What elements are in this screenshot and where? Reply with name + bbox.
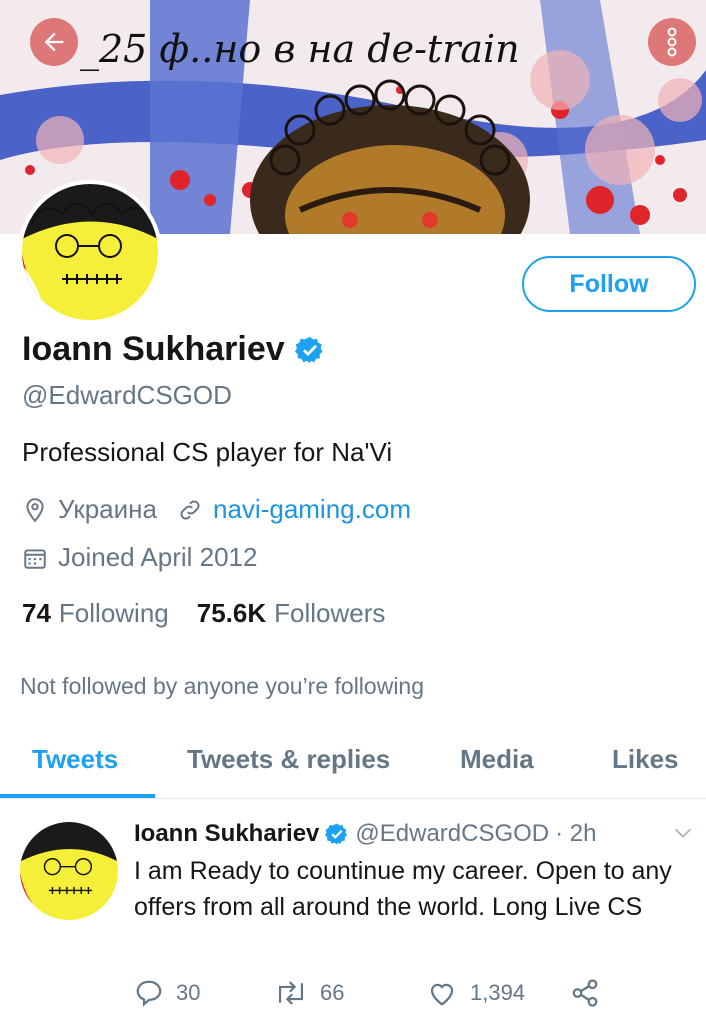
active-tab-indicator — [0, 794, 155, 798]
profile-website-link[interactable]: navi-gaming.com — [213, 494, 411, 525]
more-vertical-icon — [667, 27, 677, 57]
banner-scrawl: _25 ф..но в на de-train — [80, 27, 520, 72]
following-stat[interactable]: 74 Following — [22, 598, 169, 629]
link-icon — [180, 500, 200, 519]
tweet-avatar-drawing — [20, 822, 118, 920]
follow-button[interactable]: Follow — [522, 256, 696, 312]
reply-icon — [136, 980, 162, 1007]
tweet-author-name[interactable]: Ioann Sukhariev — [134, 820, 319, 848]
share-icon — [572, 979, 598, 1007]
tweet-author-handle: @EdwardCSGOD — [355, 820, 550, 847]
tab-media[interactable]: Media — [460, 744, 534, 775]
reply-action[interactable]: 30 — [134, 978, 200, 1008]
profile-meta-joined: Joined April 2012 — [22, 542, 257, 573]
tweet-header: Ioann Sukhariev @EdwardCSGOD · 2h — [134, 820, 597, 848]
tab-tweets-replies[interactable]: Tweets & replies — [187, 744, 390, 775]
profile-tabs: Tweets Tweets & replies Media Likes — [0, 730, 706, 799]
profile-stats: 74 Following 75.6K Followers — [22, 598, 413, 629]
tweet-time: · 2h — [555, 820, 597, 847]
tab-likes[interactable]: Likes — [612, 744, 679, 775]
followers-stat[interactable]: 75.6K Followers — [197, 598, 386, 629]
retweet-action[interactable]: 66 — [274, 978, 344, 1008]
tweet-text: I am Ready to countinue my career. Open … — [134, 857, 672, 921]
profile-avatar[interactable] — [18, 180, 162, 324]
like-count: 1,394 — [470, 980, 526, 1005]
arrow-left-icon — [44, 32, 64, 52]
verified-badge-icon — [294, 336, 323, 363]
profile-name-row: Ioann Sukhariev — [22, 330, 325, 369]
back-button[interactable] — [30, 18, 78, 66]
chevron-down-icon[interactable] — [672, 822, 694, 844]
following-label: Following — [58, 598, 169, 628]
profile-name: Ioann Sukhariev — [22, 330, 285, 368]
location-pin-icon — [26, 497, 44, 522]
like-action[interactable]: 1,394 — [426, 978, 525, 1008]
verified-badge-icon — [325, 823, 348, 845]
more-options-button[interactable] — [648, 18, 696, 66]
tab-tweets[interactable]: Tweets — [32, 744, 118, 775]
followers-count: 75.6K — [196, 598, 267, 628]
profile-handle: @EdwardCSGOD — [22, 380, 232, 410]
profile-meta-location-website: Украина navi-gaming.com — [22, 494, 411, 525]
following-count: 74 — [22, 598, 51, 628]
tweet-avatar[interactable] — [20, 822, 118, 920]
profile-joined-date: Joined April 2012 — [58, 542, 258, 572]
followers-label: Followers — [274, 598, 386, 628]
profile-location: Украина — [58, 494, 157, 524]
retweet-count: 66 — [320, 980, 345, 1005]
reply-count: 30 — [176, 980, 201, 1005]
heart-icon — [430, 983, 454, 1006]
not-followed-notice: Not followed by anyone you’re following — [20, 673, 425, 699]
calendar-icon — [24, 548, 46, 569]
profile-bio: Professional CS player for Na'Vi — [22, 437, 393, 467]
retweet-icon — [278, 981, 304, 1005]
tweet-actions: 30 66 1,394 — [134, 978, 694, 1012]
avatar-drawing — [22, 184, 158, 320]
share-action[interactable] — [570, 978, 612, 1008]
